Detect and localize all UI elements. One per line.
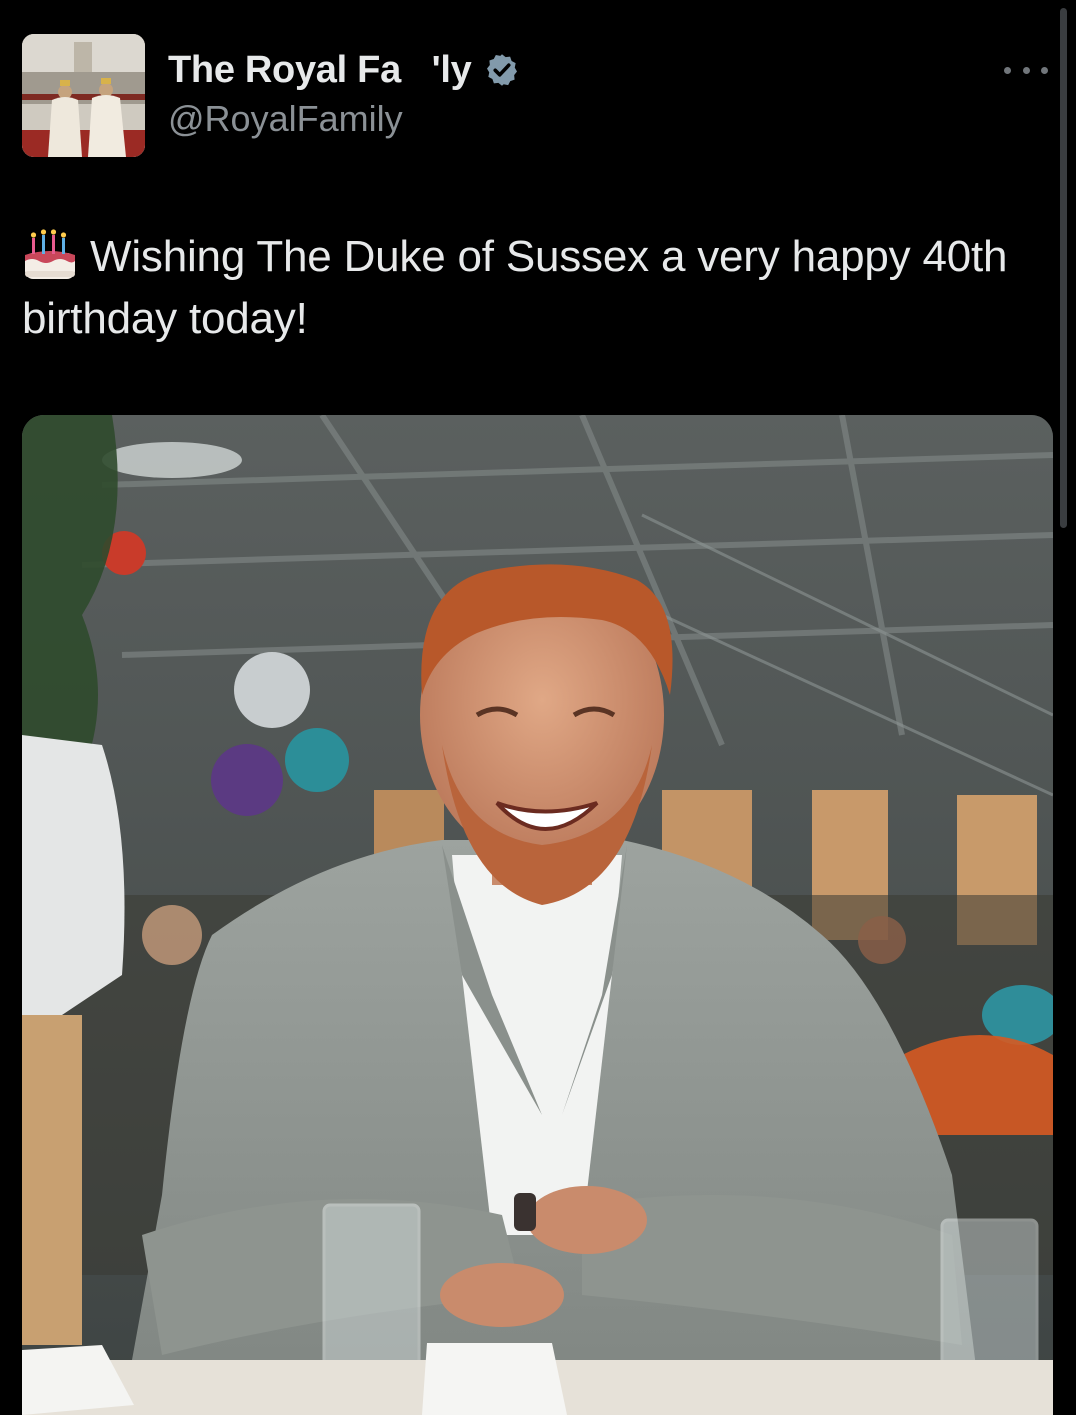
tweet-post: The Royal Fa 'ly @RoyalFamily Wishing Th… bbox=[0, 0, 1076, 1415]
author-name-row[interactable]: The Royal Fa 'ly bbox=[168, 44, 520, 96]
display-name[interactable]: The Royal Fa 'ly bbox=[168, 49, 472, 92]
author-handle[interactable]: @RoyalFamily bbox=[168, 98, 403, 140]
dot bbox=[1004, 66, 1011, 74]
dot bbox=[1022, 66, 1030, 74]
tweet-body: Wishing The Duke of Sussex a very happy … bbox=[22, 232, 1008, 343]
vertical-scrollbar[interactable] bbox=[1060, 8, 1067, 528]
tweet-photo[interactable] bbox=[22, 415, 1053, 1415]
more-options-icon[interactable] bbox=[1004, 56, 1048, 84]
birthday-cake-icon bbox=[25, 229, 75, 279]
avatar[interactable] bbox=[22, 34, 145, 157]
verified-badge-icon bbox=[486, 54, 517, 86]
tweet-text: Wishing The Duke of Sussex a very happy … bbox=[22, 226, 1022, 350]
dot bbox=[1041, 66, 1048, 74]
